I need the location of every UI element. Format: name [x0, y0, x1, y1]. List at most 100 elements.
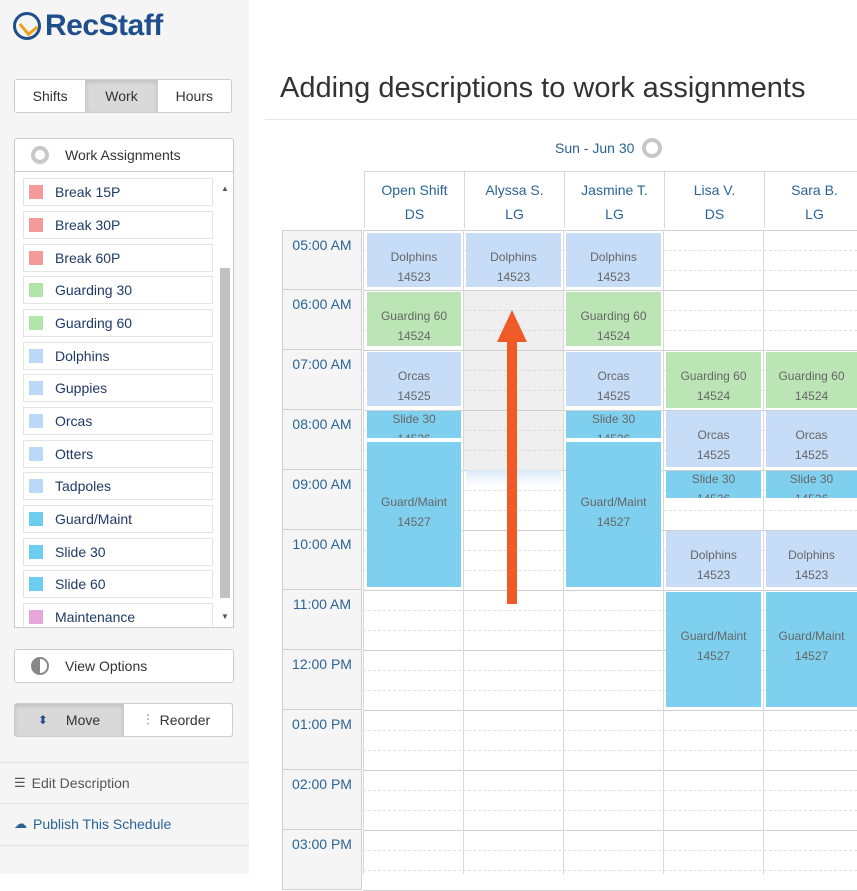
time-label: 08:00 AM: [282, 410, 362, 470]
shift-code: 14526: [766, 489, 857, 498]
shift-name: Orcas: [697, 428, 730, 442]
shift-code: 14523: [794, 568, 829, 582]
quarter-line: [363, 850, 857, 851]
column-divider: [763, 230, 764, 874]
shift-block[interactable]: Guarding 60 14524: [566, 292, 661, 346]
shift-code: 14524: [696, 389, 731, 403]
column-name: Lisa V.: [693, 182, 736, 198]
shift-code: 14523: [496, 270, 531, 284]
shift-block[interactable]: Slide 30 14526: [566, 411, 661, 438]
shift-block[interactable]: Dolphins 14523: [466, 233, 561, 287]
shift-block[interactable]: Dolphins 14523: [367, 233, 461, 287]
shift-code: 14523: [696, 568, 731, 582]
shift-code: 14525: [696, 448, 731, 462]
shift-block[interactable]: Slide 30 14526: [766, 471, 857, 498]
shift-block[interactable]: Guard/Maint 14527: [666, 592, 761, 707]
schedule-grid: Open Shift DS Alyssa S. LG Jasmine T. LG Lisa …: [0, 0, 857, 891]
shift-name: Guard/Maint: [778, 629, 845, 643]
column-header[interactable]: Sara B. LG: [764, 171, 857, 228]
time-label: 11:00 AM: [282, 590, 362, 650]
hour-line: [363, 230, 857, 231]
shift-name: Dolphins: [690, 548, 737, 562]
column-role: DS: [404, 206, 425, 222]
time-label: 12:00 PM: [282, 650, 362, 710]
shift-name: Slide 30: [392, 412, 436, 426]
quarter-line: [363, 750, 857, 751]
column-name: Open Shift: [381, 182, 448, 198]
shift-block[interactable]: Dolphins 14523: [666, 531, 761, 587]
shift-block-content: Guarding 60 14524: [766, 366, 857, 406]
shift-block-content: Dolphins 14523: [566, 247, 661, 287]
shift-block-content: Guard/Maint 14527: [367, 492, 461, 532]
shift-block-content: Guard/Maint 14527: [566, 492, 661, 532]
shift-code: 14526: [666, 489, 761, 498]
shift-block-content: Guarding 60 14524: [367, 306, 461, 346]
column-role: LG: [805, 206, 824, 222]
shift-block[interactable]: Slide 30 14526: [367, 411, 461, 438]
shift-block-content: Slide 30 14526: [367, 411, 461, 438]
shift-name: Slide 30: [691, 472, 736, 486]
shift-block-content: Orcas 14525: [566, 366, 661, 406]
column-divider: [663, 230, 664, 874]
shift-code: 14525: [397, 389, 431, 403]
hour-line: [363, 710, 857, 711]
shift-block[interactable]: Orcas 14525: [666, 411, 761, 467]
column-header[interactable]: Lisa V. DS: [664, 171, 764, 228]
shift-block-content: Orcas 14525: [367, 366, 461, 406]
arrow-up-icon: [497, 310, 527, 342]
shift-block-content: Guard/Maint 14527: [666, 626, 761, 666]
shift-block-content: Dolphins 14523: [766, 545, 857, 585]
shift-block[interactable]: Guarding 60 14524: [766, 352, 857, 408]
shift-name: Dolphins: [490, 250, 537, 264]
hour-line: [363, 350, 857, 351]
shift-block[interactable]: Orcas 14525: [766, 411, 857, 467]
column-name: Sara B.: [791, 182, 838, 198]
shift-block[interactable]: Orcas 14525: [367, 352, 461, 406]
shift-name: Orcas: [397, 369, 430, 383]
shift-block-content: Dolphins 14523: [466, 247, 561, 287]
column-header[interactable]: Alyssa S. LG: [464, 171, 564, 228]
shift-code: 14527: [696, 649, 731, 663]
shift-code: 14524: [794, 389, 829, 403]
shift-code: 14527: [596, 515, 631, 529]
shift-name: Guarding 60: [680, 369, 747, 383]
hour-line: [363, 590, 857, 591]
shift-block[interactable]: Guarding 60 14524: [666, 352, 761, 408]
hour-line: [363, 830, 857, 831]
shift-block[interactable]: Dolphins 14523: [566, 233, 661, 287]
time-label: 09:00 AM: [282, 470, 362, 530]
quarter-line: [363, 870, 857, 871]
quarter-line: [363, 730, 857, 731]
column-divider: [563, 230, 564, 874]
shift-name: Dolphins: [788, 548, 835, 562]
shift-code: 14524: [397, 329, 431, 343]
shift-block[interactable]: Guard/Maint 14527: [566, 442, 661, 587]
shift-block-content: Dolphins 14523: [367, 247, 461, 287]
shift-block[interactable]: Orcas 14525: [566, 352, 661, 406]
shift-code: 14527: [794, 649, 829, 663]
column-role: LG: [505, 206, 524, 222]
time-label: 01:00 PM: [282, 710, 362, 770]
shift-block[interactable]: Guard/Maint 14527: [766, 592, 857, 707]
time-label: 05:00 AM: [282, 230, 362, 290]
shift-block[interactable]: Slide 30 14526: [666, 471, 761, 498]
shift-code: 14523: [596, 270, 631, 284]
shift-block-content: Orcas 14525: [766, 425, 857, 465]
shift-name: Slide 30: [789, 472, 834, 486]
column-role: LG: [605, 206, 624, 222]
shift-block[interactable]: Dolphins 14523: [766, 531, 857, 587]
shift-name: Dolphins: [390, 250, 438, 264]
shift-name: Slide 30: [591, 412, 636, 426]
shift-block-content: Orcas 14525: [666, 425, 761, 465]
column-name: Alyssa S.: [485, 182, 544, 198]
shift-block[interactable]: Guard/Maint 14527: [367, 442, 461, 587]
column-header[interactable]: Open Shift DS: [364, 171, 464, 228]
column-header[interactable]: Jasmine T. LG: [564, 171, 664, 228]
time-label: 02:00 PM: [282, 770, 362, 830]
shift-name: Guarding 60: [380, 309, 448, 323]
shift-block-content: Guarding 60 14524: [666, 366, 761, 406]
shift-name: Orcas: [597, 369, 630, 383]
column-name: Jasmine T.: [581, 182, 648, 198]
shift-name: Guard/Maint: [380, 495, 448, 509]
shift-block[interactable]: Guarding 60 14524: [367, 292, 461, 346]
